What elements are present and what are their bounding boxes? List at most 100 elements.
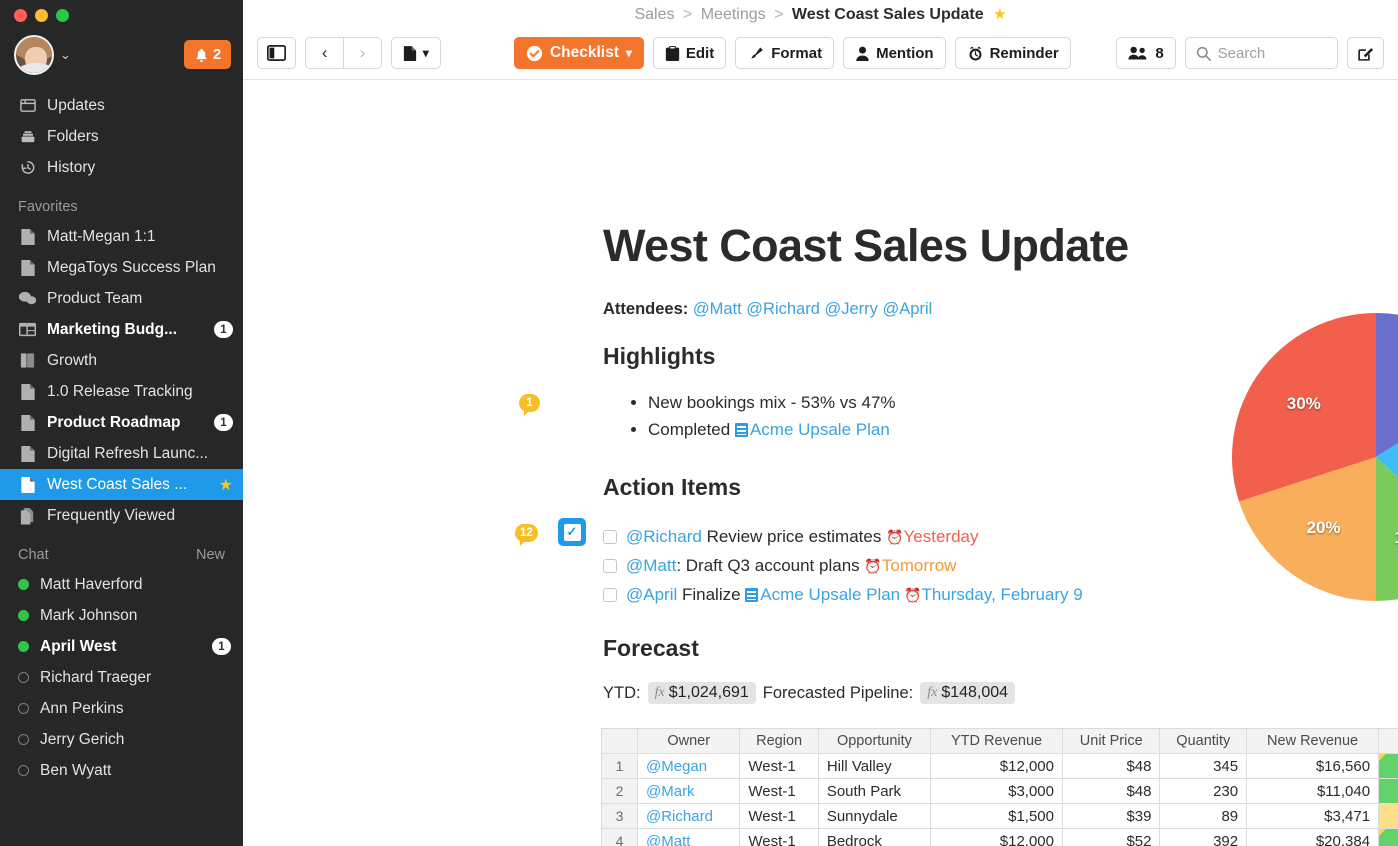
highlight-link[interactable]: Acme Upsale Plan — [750, 420, 890, 439]
opportunity-cell[interactable]: Hill Valley — [817, 753, 932, 779]
sidebar-item-matt-megan-1-1[interactable]: Matt-Megan 1:1 — [0, 221, 243, 252]
sidebar-item-growth[interactable]: Growth — [0, 345, 243, 376]
ytd-revenue-cell[interactable]: $1,500 — [930, 803, 1063, 829]
row-number-cell[interactable]: 2 — [601, 778, 638, 804]
table-column-header[interactable]: Total Revenue — [1378, 728, 1398, 754]
action-link[interactable]: Acme Upsale Plan — [760, 585, 900, 604]
sidebar-item-frequently-viewed[interactable]: Frequently Viewed — [0, 500, 243, 531]
sidebar-item-updates[interactable]: Updates — [0, 90, 243, 121]
ytd-revenue-cell[interactable]: $3,000 — [930, 778, 1063, 804]
checklist-button[interactable]: Checklist ▾ — [513, 37, 644, 69]
attendee-mention[interactable]: @Jerry — [825, 300, 878, 318]
sidebar-toggle-button[interactable] — [257, 37, 296, 69]
table-row[interactable]: 4@MattWest-1Bedrock$12,000$52392$20,384$… — [601, 828, 1398, 846]
table-row[interactable]: 1 @Megan West-1 Hill Valley $12,000 $48 345 $16… — [601, 753, 1398, 779]
reminder-button[interactable]: Reminder — [954, 37, 1071, 69]
table-corner-cell[interactable] — [601, 728, 638, 754]
table-row[interactable]: 3 @Richard West-1 Sunnydale $1,500 $39 89 $3,47… — [601, 803, 1398, 829]
chat-item-matt-haverford[interactable]: Matt Haverford — [0, 569, 243, 600]
table-row[interactable]: 2 @Mark West-1 South Park $3,000 $48 230 $11,04… — [601, 778, 1398, 804]
checklist-marker[interactable]: ✓ — [558, 518, 586, 546]
quantity-cell[interactable]: 89 — [1159, 803, 1248, 829]
chat-item-ann-perkins[interactable]: Ann Perkins — [0, 693, 243, 724]
checkbox[interactable] — [603, 530, 617, 544]
new-revenue-cell[interactable]: $16,560 — [1246, 753, 1380, 779]
sidebar-item-product-roadmap[interactable]: Product Roadmap 1 — [0, 407, 243, 438]
quantity-cell[interactable]: 345 — [1159, 753, 1248, 779]
row-number-cell[interactable]: 1 — [601, 753, 638, 779]
quantity-cell[interactable]: 230 — [1159, 778, 1248, 804]
row-number-cell[interactable]: 4 — [601, 828, 638, 846]
action-due[interactable]: Thursday, February 9 — [921, 585, 1082, 604]
comment-badge-actions[interactable]: 12 — [515, 524, 538, 546]
row-number-cell[interactable]: 3 — [601, 803, 638, 829]
favorite-star-icon[interactable]: ★ — [219, 475, 233, 495]
mention-button[interactable]: Mention — [843, 37, 946, 69]
breadcrumb-sales[interactable]: Sales — [634, 6, 674, 23]
chat-item-ben-wyatt[interactable]: Ben Wyatt — [0, 755, 243, 786]
owner-cell[interactable]: @Richard — [636, 803, 741, 829]
new-revenue-cell[interactable]: $20,384 — [1246, 828, 1380, 846]
chevron-down-icon[interactable]: ⌄ — [60, 47, 71, 63]
chat-item-richard-traeger[interactable]: Richard Traeger — [0, 662, 243, 693]
breadcrumb-meetings[interactable]: Meetings — [701, 6, 766, 23]
table-column-header[interactable]: YTD Revenue — [930, 728, 1063, 754]
pie-slice[interactable] — [1376, 313, 1398, 457]
zoom-window-button[interactable] — [56, 9, 69, 22]
region-cell[interactable]: West-1 — [739, 778, 819, 804]
action-due[interactable]: Tomorrow — [882, 556, 957, 575]
sidebar-item-megatoys-success-plan[interactable]: MegaToys Success Plan — [0, 252, 243, 283]
region-cell[interactable]: West-1 — [739, 803, 819, 829]
new-revenue-cell[interactable]: $11,040 — [1246, 778, 1380, 804]
total-revenue-cell[interactable]: $28,560 — [1378, 753, 1398, 779]
members-button[interactable]: 8 — [1116, 37, 1176, 69]
doc-menu-button[interactable]: ▾ — [390, 37, 441, 69]
checkbox[interactable] — [603, 559, 617, 573]
sidebar-item-marketing-budg[interactable]: Marketing Budg... 1 — [0, 314, 243, 345]
format-button[interactable]: Format — [735, 37, 835, 69]
back-button[interactable]: ‹ — [306, 38, 344, 68]
sidebar-item-history[interactable]: History — [0, 152, 243, 183]
table-column-header[interactable]: New Revenue — [1246, 728, 1380, 754]
compose-button[interactable] — [1346, 37, 1384, 69]
chat-item-april-west[interactable]: April West 1 — [0, 631, 243, 662]
action-owner[interactable]: @April — [626, 585, 677, 604]
favorite-star-icon[interactable]: ★ — [993, 6, 1006, 23]
action-owner[interactable]: @Richard — [626, 527, 702, 546]
table-column-header[interactable]: Opportunity — [817, 728, 932, 754]
sidebar-item-product-team[interactable]: Product Team — [0, 283, 243, 314]
quantity-cell[interactable]: 392 — [1159, 828, 1248, 846]
total-revenue-cell[interactable]: $14,040 — [1378, 778, 1398, 804]
edit-button[interactable]: Edit — [652, 37, 727, 69]
unit-price-cell[interactable]: $48 — [1061, 753, 1161, 779]
ytd-revenue-cell[interactable]: $12,000 — [930, 828, 1063, 846]
forward-button[interactable]: › — [343, 38, 381, 68]
ytd-value-chip[interactable]: fx $1,024,691 — [647, 682, 756, 704]
chat-item-jerry-gerich[interactable]: Jerry Gerich — [0, 724, 243, 755]
action-due[interactable]: Yesterday — [904, 527, 979, 546]
opportunity-cell[interactable]: Sunnydale — [817, 803, 932, 829]
comment-badge-highlights[interactable]: 1 — [519, 394, 540, 416]
notifications-button[interactable]: 2 — [184, 40, 231, 69]
pipeline-value-chip[interactable]: fx $148,004 — [920, 682, 1016, 704]
region-cell[interactable]: West-1 — [739, 753, 819, 779]
sidebar-item-digital-refresh-launc[interactable]: Digital Refresh Launc... — [0, 438, 243, 469]
attendee-mention[interactable]: @April — [883, 300, 933, 318]
total-revenue-cell[interactable]: $32,384 — [1378, 828, 1398, 846]
total-revenue-cell[interactable]: $4,971 — [1378, 803, 1398, 829]
sidebar-item-west-coast-sales[interactable]: West Coast Sales ... ★ — [0, 469, 243, 500]
unit-price-cell[interactable]: $52 — [1061, 828, 1161, 846]
region-cell[interactable]: West-1 — [739, 828, 819, 846]
forecast-table[interactable]: Owner Region Opportunity YTD Revenue Unit Pr… — [601, 728, 1398, 846]
attendee-mention[interactable]: @Matt — [693, 300, 742, 318]
close-window-button[interactable] — [14, 9, 27, 22]
attendee-mention[interactable]: @Richard — [746, 300, 820, 318]
table-column-header[interactable]: Owner — [636, 728, 741, 754]
owner-cell[interactable]: @Matt — [636, 828, 741, 846]
table-column-header[interactable]: Unit Price — [1061, 728, 1161, 754]
search-input[interactable]: Search — [1184, 37, 1338, 69]
sidebar-item-folders[interactable]: Folders — [0, 121, 243, 152]
chat-new-button[interactable]: New — [196, 547, 225, 563]
chat-item-mark-johnson[interactable]: Mark Johnson — [0, 600, 243, 631]
minimize-window-button[interactable] — [35, 9, 48, 22]
